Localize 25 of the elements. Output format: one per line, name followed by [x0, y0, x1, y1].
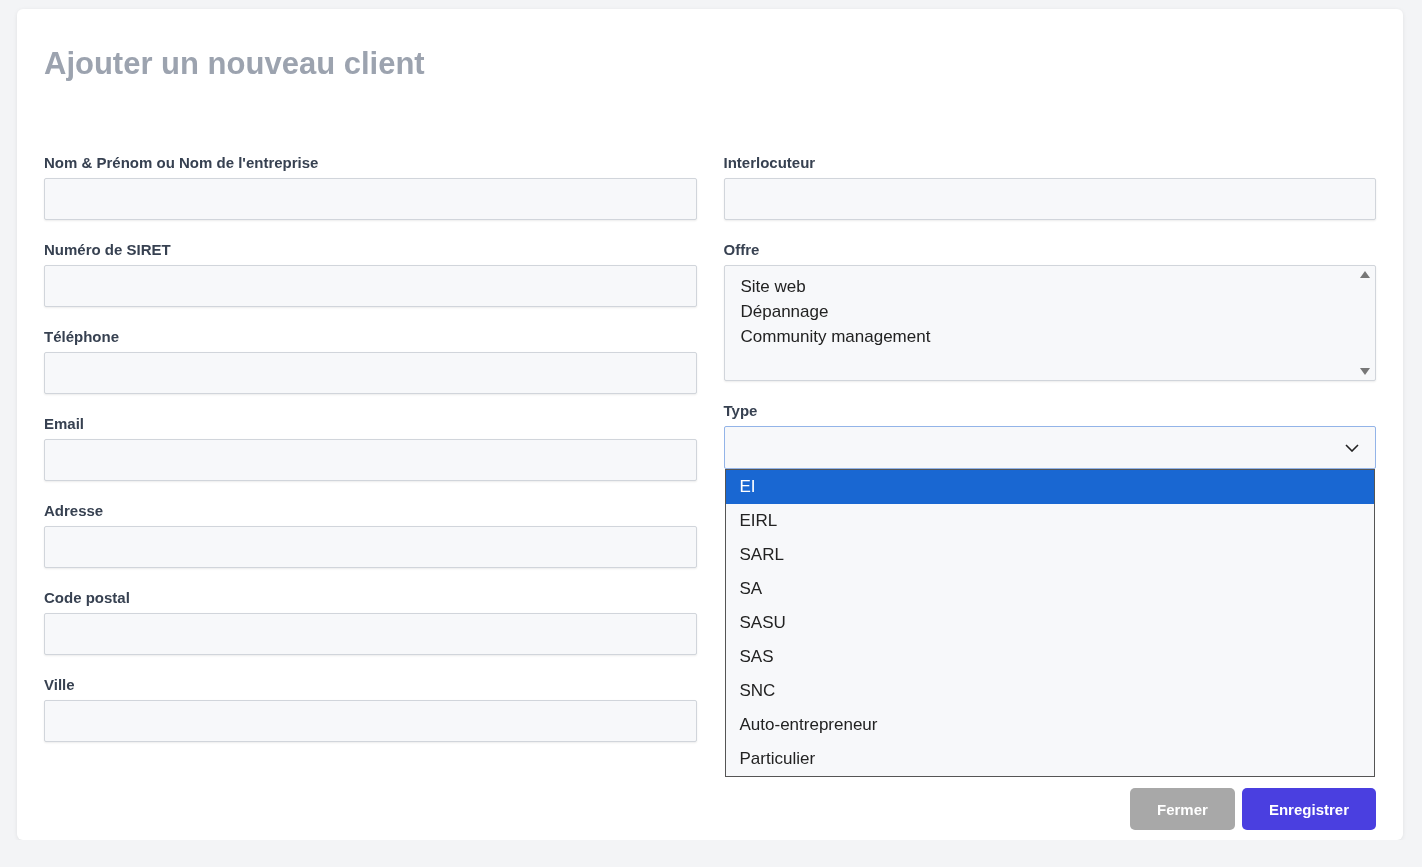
field-label: Numéro de SIRET — [44, 241, 172, 259]
field-label: Interlocuteur — [723, 154, 817, 172]
dropdown-option[interactable]: EI — [725, 470, 1374, 505]
field-label: Code postal — [44, 589, 131, 607]
dropdown-option[interactable]: Particulier — [725, 742, 1374, 777]
list-option[interactable]: Dépannage — [740, 299, 1359, 325]
field-label: Email — [44, 415, 86, 433]
dropdown-option[interactable]: SARL — [725, 538, 1374, 573]
dropdown-option[interactable]: SA — [725, 572, 1374, 607]
dropdown-option[interactable]: EIRL — [725, 504, 1374, 539]
field-label: Nom & Prénom ou Nom de l'entreprise — [44, 154, 320, 172]
field-label: Ville — [44, 676, 76, 694]
dropdown-option[interactable]: SASU — [725, 606, 1374, 641]
field-label: Adresse — [44, 502, 105, 520]
dropdown-option[interactable]: SNC — [725, 674, 1374, 709]
multi-select-list[interactable]: Site web Dépannage Community management — [723, 265, 1376, 382]
field-label: Offre — [723, 241, 761, 259]
field-label: Téléphone — [44, 328, 120, 346]
dropdown-option[interactable]: SAS — [725, 640, 1374, 675]
save-button[interactable]: Enregistrer — [1241, 788, 1376, 831]
dropdown-option[interactable]: Auto-entrepreneur — [725, 708, 1374, 743]
page-title: Ajouter un nouveau client — [44, 45, 426, 83]
list-option[interactable]: Community management — [740, 324, 1359, 350]
list-option[interactable]: Site web — [740, 274, 1359, 300]
field-label: Type — [723, 402, 759, 420]
